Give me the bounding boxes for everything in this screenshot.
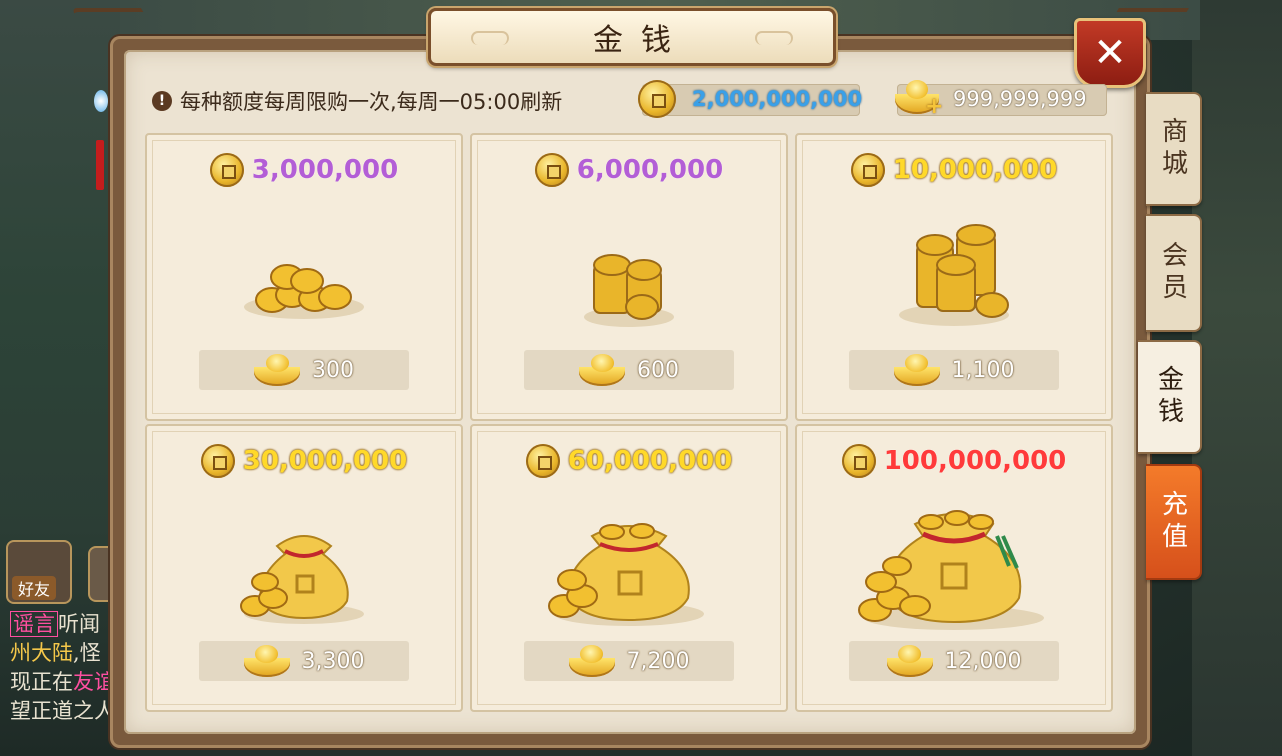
chat-log: 谣言 听闻 州大陆,怪 现正在友谊 望正道之人 (10, 610, 120, 726)
tab-recharge[interactable]: 充值 (1146, 464, 1202, 580)
small-money-bag-icon (240, 535, 364, 624)
friend-label[interactable]: 好友 (12, 576, 57, 600)
price-button[interactable]: 7,200 (524, 641, 734, 681)
package-card[interactable]: 6,000,000 600 (470, 133, 788, 421)
plus-icon[interactable]: + (925, 94, 943, 119)
package-amount: 3,000,000 (147, 153, 461, 187)
tab-money[interactable]: 金钱 (1138, 340, 1202, 454)
coin-balance-value: 2,000,000,000 (692, 87, 863, 111)
small-coin-pile-icon (244, 264, 364, 319)
package-card[interactable]: 3,000,000 300 (145, 133, 463, 421)
package-amount: 10,000,000 (797, 153, 1111, 187)
package-card[interactable]: 30,000,000 3,300 (145, 424, 463, 712)
close-icon: ✕ (1093, 30, 1127, 76)
package-card[interactable]: 100,000,000 12,000 (795, 424, 1113, 712)
package-amount: 30,000,000 (147, 444, 461, 478)
gold-ingot-icon (254, 354, 300, 386)
tab-mall[interactable]: 商城 (1146, 92, 1202, 206)
medium-money-bag-icon (548, 523, 704, 626)
price-value: 1,100 (951, 357, 1015, 383)
package-amount: 6,000,000 (472, 153, 786, 187)
price-value: 12,000 (944, 648, 1022, 674)
coin-amount: 10,000,000 (892, 155, 1058, 185)
gold-ingot-icon (579, 354, 625, 386)
large-coin-stacks-icon (899, 224, 1009, 326)
game-world-background-right (1192, 0, 1282, 756)
cloud-ornament-icon (755, 31, 793, 45)
coin-amount: 30,000,000 (242, 446, 408, 476)
copper-coin-icon (525, 444, 560, 478)
page-title: 金钱 (593, 23, 689, 58)
large-money-bag-icon (858, 510, 1044, 630)
copper-coin-icon (209, 153, 244, 187)
tab-label: 充值 (1157, 490, 1188, 554)
cloud-ornament-icon (471, 31, 509, 45)
price-value: 300 (312, 357, 354, 383)
tab-label: 会员 (1157, 241, 1188, 305)
ingot-balance-value: 999,999,999 (953, 87, 1087, 111)
tab-label: 金钱 (1153, 365, 1184, 429)
chat-tag: 谣言 (10, 611, 58, 637)
package-card[interactable]: 60,000,000 7,200 (470, 424, 788, 712)
copper-coin-icon (534, 153, 569, 187)
copper-coin-icon (850, 153, 885, 187)
gold-ingot-icon (243, 645, 290, 677)
tab-vip[interactable]: 会员 (1146, 214, 1202, 332)
frame-ornament-left (71, 8, 155, 32)
package-amount: 100,000,000 (797, 444, 1111, 478)
coin-stack-icon (584, 254, 674, 327)
coin-amount: 6,000,000 (576, 155, 724, 185)
gold-ingot-icon (893, 354, 940, 386)
coin-amount: 3,000,000 (251, 155, 399, 185)
copper-coin-icon (841, 444, 876, 478)
price-button[interactable]: 300 (199, 350, 409, 390)
coin-amount: 100,000,000 (883, 446, 1067, 476)
notice-text: 每种额度每周限购一次,每周一05:00刷新 (180, 90, 563, 114)
copper-coin-icon (200, 444, 235, 478)
coin-balance: 2,000,000,000 (638, 80, 863, 118)
close-button[interactable]: ✕ (1074, 18, 1146, 88)
chat-text: 友谊 (73, 670, 115, 694)
coin-amount: 60,000,000 (567, 446, 733, 476)
chat-text: 现正在 (10, 670, 73, 694)
price-button[interactable]: 12,000 (849, 641, 1059, 681)
price-button[interactable]: 1,100 (849, 350, 1059, 390)
chat-text: 望正道之人 (10, 699, 115, 723)
price-value: 600 (637, 357, 679, 383)
title-plaque: 金钱 (428, 8, 836, 66)
price-value: 7,200 (626, 648, 690, 674)
price-value: 3,300 (301, 648, 365, 674)
gold-ingot-icon (886, 645, 933, 677)
chat-text: 州大陆 (10, 641, 73, 665)
gold-ingot-icon (568, 645, 615, 677)
warning-icon: ! (152, 91, 172, 111)
chat-text: ,怪 (73, 641, 101, 665)
package-amount: 60,000,000 (472, 444, 786, 478)
package-card[interactable]: 10,000,000 1,100 (795, 133, 1113, 421)
tab-label: 商城 (1157, 117, 1188, 181)
price-button[interactable]: 3,300 (199, 641, 409, 681)
hanging-charm-ornament (92, 60, 108, 190)
purchase-limit-notice: ! 每种额度每周限购一次,每周一05:00刷新 (152, 86, 562, 116)
ingot-balance[interactable]: + 999,999,999 (895, 80, 1107, 119)
copper-coin-icon (638, 80, 676, 118)
chat-text: 听闻 (58, 612, 100, 636)
price-button[interactable]: 600 (524, 350, 734, 390)
